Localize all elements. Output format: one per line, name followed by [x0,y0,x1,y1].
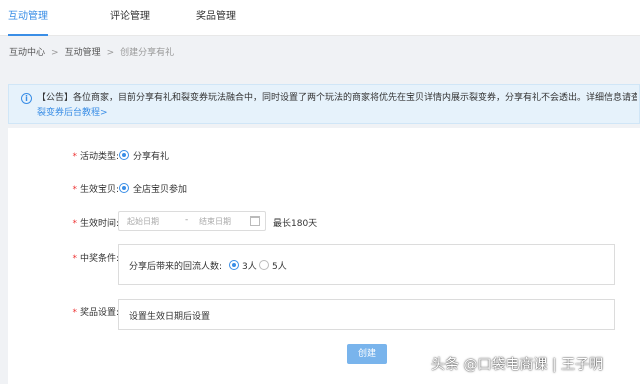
activity-type-radio[interactable] [119,150,129,160]
create-button[interactable]: 创建 [347,344,387,364]
win-condition-radio-5[interactable] [259,260,269,270]
prize-settings-label: * 奖品设置: [72,308,119,318]
win-condition-option-5: 5人 [272,262,287,272]
date-range-note: 最长180天 [273,219,318,229]
win-condition-radio-3[interactable] [229,260,239,270]
required-mark: * [72,152,77,162]
calendar-icon[interactable] [250,216,260,226]
effective-item-label: * 生效宝贝: [72,185,119,195]
create-form: * 活动类型: 分享有礼 * 生效宝贝: 全店宝贝参加 * 生效时间: 起始日期 - … [8,128,640,384]
required-mark: * [72,308,77,318]
info-icon: i [21,93,32,104]
required-mark: * [72,219,77,229]
top-nav: 互动管理 评论管理 奖品管理 [0,0,640,36]
breadcrumb-current: 创建分享有礼 [120,48,175,58]
activity-type-option: 分享有礼 [133,152,170,162]
win-condition-box: 分享后带来的回流人数: 3人 5人 [118,244,615,285]
breadcrumb-separator: > [106,48,115,58]
notice-banner: i 【公告】各位商家，目前分享有礼和裂变券玩法融合中，同时设置了两个玩法的商家将… [8,84,640,124]
breadcrumb-interaction-center[interactable]: 互动中心 [9,48,45,58]
breadcrumb: 互动中心 > 互动管理 > 创建分享有礼 [0,36,640,70]
prize-settings-box: 设置生效日期后设置 [118,299,615,330]
end-date-input[interactable]: 结束日期 [199,216,231,227]
win-condition-option-3: 3人 [242,262,257,272]
watermark: 头条 @口袋电商课 | 王子明 [431,357,604,373]
required-mark: * [72,185,77,195]
start-date-input[interactable]: 起始日期 [127,216,159,227]
effective-time-label: * 生效时间: [72,219,119,229]
tab-prize-management[interactable]: 奖品管理 [196,0,236,36]
activity-type-label: * 活动类型: [72,152,119,162]
tab-interaction-management[interactable]: 互动管理 [8,0,48,36]
date-range-picker[interactable]: 起始日期 - 结束日期 [118,211,266,231]
breadcrumb-interaction-management[interactable]: 互动管理 [65,48,101,58]
date-separator: - [185,215,189,225]
effective-item-radio[interactable] [119,183,129,193]
win-condition-prompt: 分享后带来的回流人数: [129,262,223,272]
prize-settings-text: 设置生效日期后设置 [129,312,211,322]
required-mark: * [72,254,77,264]
tab-review-management[interactable]: 评论管理 [110,0,150,36]
notice-text: 【公告】各位商家，目前分享有礼和裂变券玩法融合中，同时设置了两个玩法的商家将优先… [37,93,637,103]
breadcrumb-separator: > [51,48,59,58]
effective-item-option: 全店宝贝参加 [133,185,188,195]
win-condition-label: * 中奖条件: [72,254,119,264]
notice-tutorial-link[interactable]: 裂变券后台教程> [37,106,108,120]
